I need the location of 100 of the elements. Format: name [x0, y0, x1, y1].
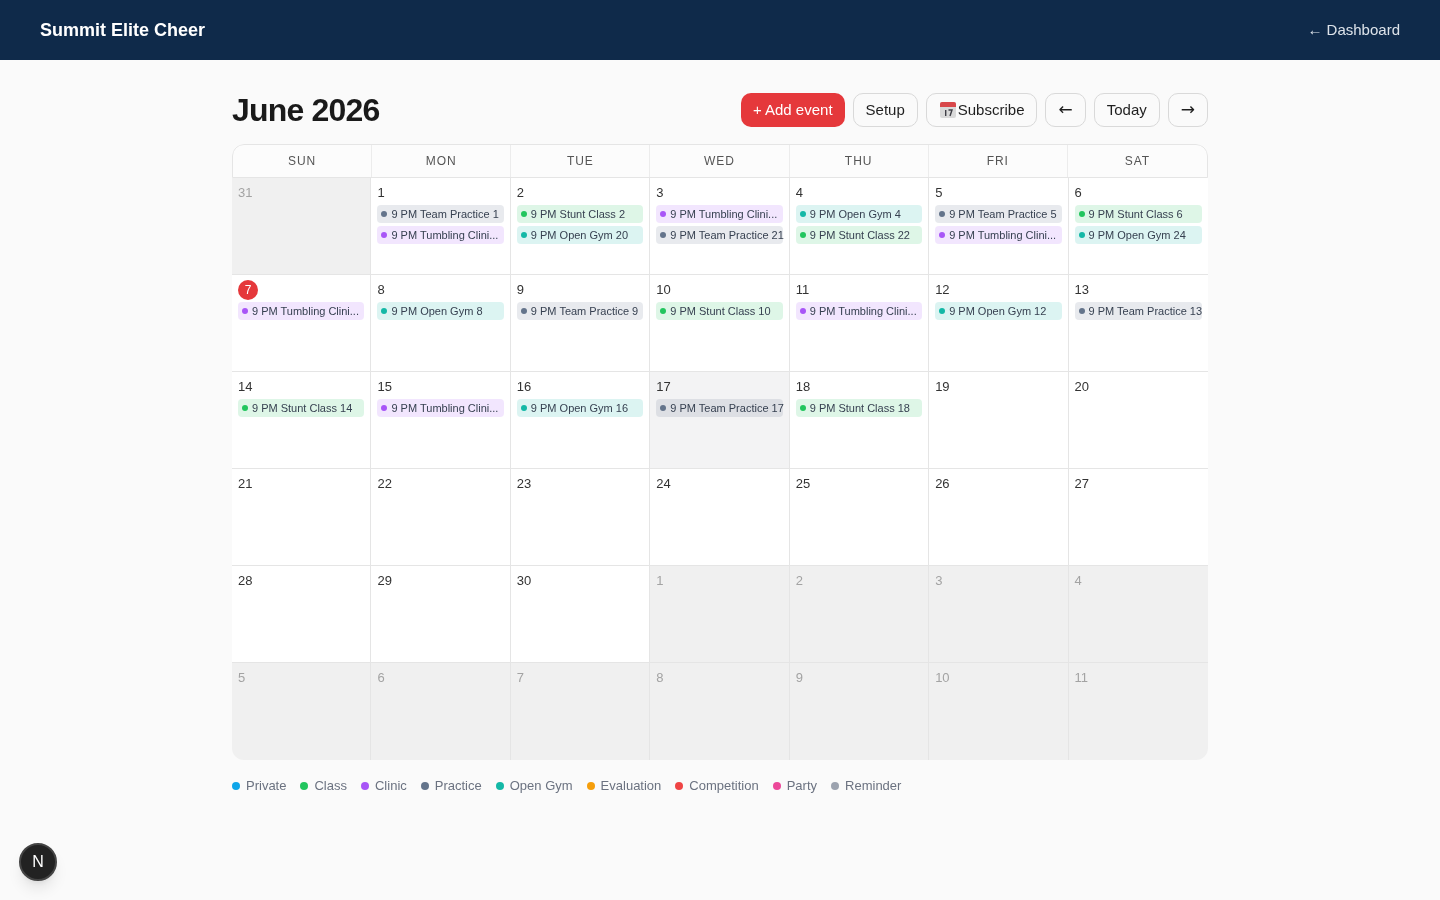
day-number: 13: [1074, 281, 1090, 300]
legend-label: Reminder: [845, 777, 902, 795]
day-cell[interactable]: 30: [510, 566, 651, 663]
day-number: 11: [1074, 669, 1089, 688]
day-cell[interactable]: 2 9 PM Stunt Class 2 9 PM Open Gym 20: [510, 178, 651, 275]
day-cell[interactable]: 1 9 PM Team Practice 1 9 PM Tumbling Clini...: [371, 178, 511, 275]
day-number: 21: [238, 475, 253, 494]
day-cell[interactable]: 23: [510, 469, 651, 566]
day-number: 24: [656, 475, 671, 494]
day-number: 1: [656, 572, 664, 591]
day-number: 16: [516, 378, 532, 397]
dev-tools-button[interactable]: N: [19, 843, 57, 881]
day-number: 29: [377, 572, 392, 591]
day-cell[interactable]: 22: [371, 469, 511, 566]
day-cell[interactable]: 28: [232, 566, 372, 663]
add-event-button[interactable]: + Add event: [740, 93, 845, 127]
event-chip[interactable]: 9 PM Tumbling Clini...: [935, 226, 1062, 244]
weekday-label: SAT: [1124, 153, 1151, 170]
day-cell[interactable]: 4 9 PM Open Gym 4 9 PM Stunt Class 22: [789, 178, 930, 275]
weekday-label: WED: [704, 153, 735, 170]
subscribe-button[interactable]: Subscribe: [925, 93, 1038, 127]
event-chip[interactable]: 9 PM Open Gym 12: [935, 302, 1062, 320]
day-cell[interactable]: 17 9 PM Team Practice 17: [650, 372, 790, 469]
event-chip[interactable]: 9 PM Open Gym 8: [377, 302, 504, 320]
event-chip[interactable]: 9 PM Team Practice 21: [656, 226, 783, 244]
day-cell[interactable]: 18 9 PM Stunt Class 18: [789, 372, 930, 469]
day-number: 2: [795, 572, 803, 591]
day-number: 4: [1074, 572, 1082, 591]
day-number: 8: [377, 281, 385, 300]
weekday-label: FRI: [986, 153, 1009, 170]
calendar-icon: [938, 101, 957, 119]
event-chip[interactable]: 9 PM Stunt Class 2: [516, 205, 644, 223]
toolbar-button[interactable]: Today: [1093, 93, 1160, 127]
legend-label: Competition: [689, 777, 759, 795]
weekday-label: SUN: [287, 153, 317, 170]
day-cell[interactable]: 27: [1068, 469, 1208, 566]
event-chip[interactable]: 9 PM Open Gym 20: [516, 226, 644, 244]
event-chip[interactable]: 9 PM Team Practice 1: [377, 205, 504, 223]
event-chip[interactable]: 9 PM Stunt Class 18: [795, 399, 923, 417]
event-chip[interactable]: 9 PM Tumbling Clini...: [795, 302, 923, 320]
event-chip[interactable]: 9 PM Tumbling Clini...: [377, 399, 504, 417]
day-cell[interactable]: 13 9 PM Team Practice 13: [1068, 275, 1208, 372]
day-cell[interactable]: 9 9 PM Team Practice 9: [510, 275, 651, 372]
toolbar-button[interactable]: Setup: [852, 93, 918, 127]
event-chip[interactable]: 9 PM Team Practice 13: [1074, 302, 1202, 320]
event-chip[interactable]: 9 PM Stunt Class 6: [1074, 205, 1202, 223]
event-chip[interactable]: 9 PM Team Practice 5: [935, 205, 1062, 223]
day-cell[interactable]: 6 9 PM Stunt Class 6 9 PM Open Gym 24: [1068, 178, 1208, 275]
day-number: 6: [1074, 184, 1082, 203]
day-cell[interactable]: 7 9 PM Tumbling Clini...: [232, 275, 372, 372]
event-chip[interactable]: 9 PM Open Gym 16: [516, 399, 644, 417]
legend-label: Open Gym: [509, 777, 573, 795]
legend-label: Party: [786, 777, 818, 795]
day-cell[interactable]: 15 9 PM Tumbling Clini...: [371, 372, 511, 469]
day-cell[interactable]: 19: [929, 372, 1069, 469]
app-title: Summit Elite Cheer: [40, 18, 206, 42]
day-number: 4: [795, 184, 803, 203]
event-chip[interactable]: 9 PM Stunt Class 22: [795, 226, 923, 244]
event-chip[interactable]: 9 PM Team Practice 17: [656, 399, 783, 417]
day-number: 18: [795, 378, 811, 397]
event-chip[interactable]: 9 PM Tumbling Clini...: [238, 302, 365, 320]
day-number: 9: [516, 281, 525, 300]
day-number: 14: [238, 378, 253, 397]
day-number: 23: [516, 475, 532, 494]
event-chip[interactable]: 9 PM Tumbling Clini...: [656, 205, 783, 223]
day-number: 5: [935, 184, 943, 203]
day-cell[interactable]: 20: [1068, 372, 1208, 469]
event-chip[interactable]: 9 PM Open Gym 24: [1074, 226, 1202, 244]
weekday-label: THU: [844, 153, 873, 170]
legend-label: Clinic: [375, 777, 407, 795]
dashboard-link[interactable]: ← Dashboard: [1307, 18, 1400, 42]
day-cell[interactable]: 29: [371, 566, 511, 663]
event-chip[interactable]: 9 PM Team Practice 9: [516, 302, 644, 320]
weekday-label: MON: [425, 153, 457, 170]
arrow-button[interactable]: ←: [1045, 93, 1086, 127]
day-cell[interactable]: 14 9 PM Stunt Class 14: [232, 372, 372, 469]
day-cell[interactable]: 10 9 PM Stunt Class 10: [650, 275, 790, 372]
day-cell[interactable]: 5 9 PM Team Practice 5 9 PM Tumbling Clini...: [929, 178, 1069, 275]
event-chip[interactable]: 9 PM Tumbling Clini...: [377, 226, 504, 244]
day-cell[interactable]: 8 9 PM Open Gym 8: [371, 275, 511, 372]
event-chip[interactable]: 9 PM Stunt Class 14: [238, 399, 365, 417]
day-number: 5: [238, 669, 246, 688]
legend-label: Private: [246, 777, 287, 795]
day-cell[interactable]: 3 9 PM Tumbling Clini... 9 PM Team Practice 21: [650, 178, 790, 275]
event-chip[interactable]: 9 PM Open Gym 4: [795, 205, 923, 223]
day-cell[interactable]: 26: [929, 469, 1069, 566]
day-cell[interactable]: 24: [650, 469, 790, 566]
day-number: 6: [377, 669, 385, 688]
arrow-button[interactable]: →: [1167, 93, 1208, 127]
event-chip[interactable]: 9 PM Stunt Class 10: [656, 302, 783, 320]
legend-label: Evaluation: [600, 777, 662, 795]
day-cell[interactable]: 21: [232, 469, 372, 566]
day-cell[interactable]: 25: [789, 469, 930, 566]
day-number: 9: [795, 669, 803, 688]
day-cell[interactable]: 16 9 PM Open Gym 16: [510, 372, 651, 469]
day-number: 30: [516, 572, 532, 591]
day-number: 12: [935, 281, 950, 300]
day-cell[interactable]: 11 9 PM Tumbling Clini...: [789, 275, 930, 372]
day-cell[interactable]: 12 9 PM Open Gym 12: [929, 275, 1069, 372]
day-number: 10: [935, 669, 950, 688]
